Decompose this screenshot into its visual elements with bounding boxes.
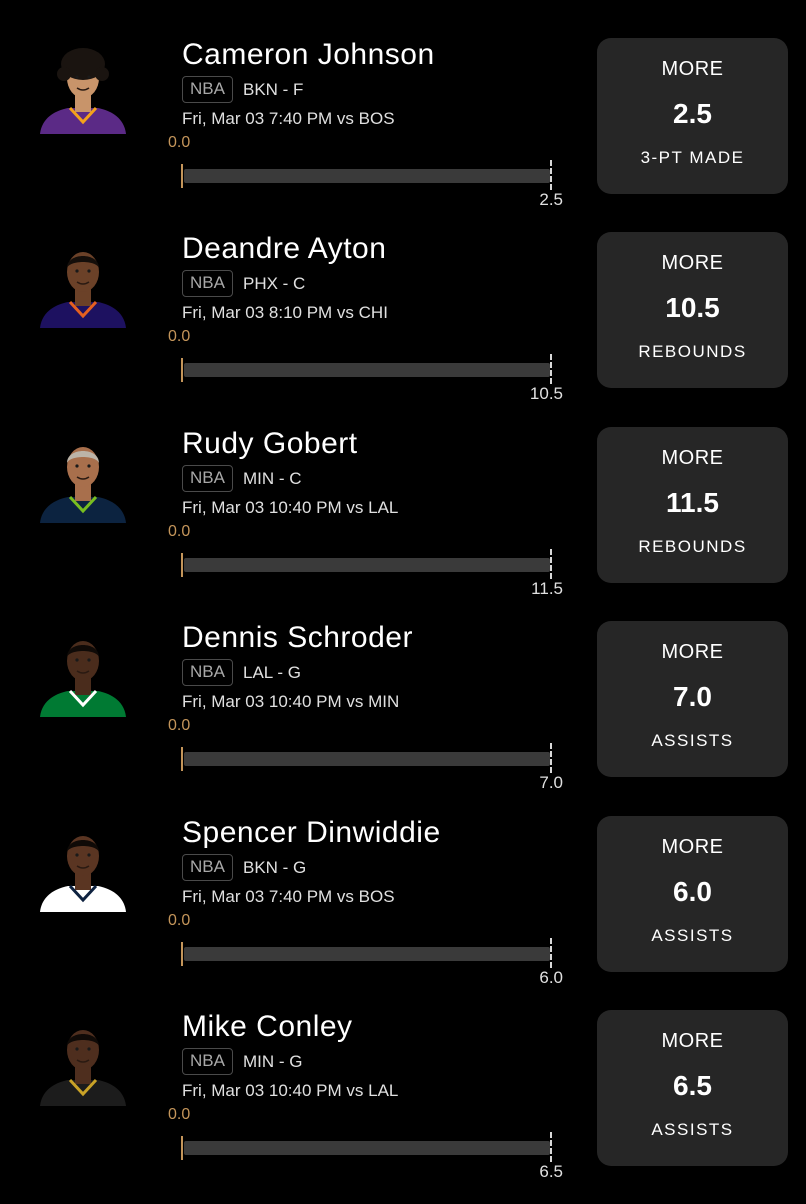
team-position: BKN - G: [243, 858, 307, 877]
player-headshot-icon: [40, 1030, 126, 1106]
player-headshot-icon: [40, 641, 126, 717]
player-name: Rudy Gobert: [182, 427, 358, 460]
line-marker: [550, 160, 552, 190]
line-marker: [550, 743, 552, 773]
progress-track: [184, 558, 550, 572]
league-badge: NBA: [182, 659, 233, 686]
pick-stat-type: REBOUNDS: [638, 537, 747, 556]
player-avatar: [38, 627, 128, 717]
pick-stat-type: REBOUNDS: [638, 342, 747, 361]
player-avatar: [38, 822, 128, 912]
pick-line-value: 10.5: [665, 292, 720, 323]
current-marker: [181, 553, 183, 577]
line-value: 7.0: [539, 773, 563, 792]
player-name: Dennis Schroder: [182, 621, 413, 654]
current-marker: [181, 164, 183, 188]
pick-line-value: 6.5: [673, 1070, 712, 1101]
progress-track: [184, 947, 550, 961]
line-marker: [550, 938, 552, 968]
player-name: Mike Conley: [182, 1010, 353, 1043]
pick-stat-type: ASSISTS: [651, 926, 734, 945]
player-headshot-icon: [40, 252, 126, 328]
line-value: 2.5: [539, 190, 563, 209]
player-avatar: [38, 433, 128, 523]
game-time: Fri, Mar 03 7:40 PM vs BOS: [182, 109, 395, 128]
player-prop-row: Rudy Gobert NBA MIN - C Fri, Mar 03 10:4…: [0, 427, 806, 621]
player-headshot-icon: [40, 48, 126, 134]
team-position: MIN - C: [243, 469, 302, 488]
current-marker: [181, 942, 183, 966]
current-value: 0.0: [168, 1106, 191, 1123]
player-prop-list: Cameron Johnson NBA BKN - F Fri, Mar 03 …: [0, 0, 806, 1200]
pick-line-value: 7.0: [673, 681, 712, 712]
pick-direction: MORE: [661, 58, 724, 80]
player-prop-row: Cameron Johnson NBA BKN - F Fri, Mar 03 …: [0, 38, 806, 232]
line-value: 6.0: [539, 968, 563, 987]
game-time: Fri, Mar 03 7:40 PM vs BOS: [182, 887, 395, 906]
pick-direction: MORE: [661, 447, 724, 469]
player-avatar: [38, 238, 128, 328]
pick-direction: MORE: [661, 1030, 724, 1052]
line-value: 11.5: [531, 579, 563, 598]
team-position: BKN - F: [243, 80, 304, 99]
pick-line-value: 6.0: [673, 876, 712, 907]
current-value: 0.0: [168, 717, 191, 734]
player-avatar: [38, 44, 128, 134]
pick-more-button[interactable]: MORE 6.0 ASSISTS: [597, 816, 788, 972]
pick-more-button[interactable]: MORE 7.0 ASSISTS: [597, 621, 788, 777]
current-value: 0.0: [168, 523, 191, 540]
current-value: 0.0: [168, 134, 191, 151]
line-marker: [550, 354, 552, 384]
game-time: Fri, Mar 03 10:40 PM vs LAL: [182, 498, 399, 517]
team-position: MIN - G: [243, 1052, 303, 1071]
league-badge: NBA: [182, 270, 233, 297]
player-avatar: [38, 1016, 128, 1106]
line-value: 10.5: [529, 384, 563, 403]
player-prop-row: Mike Conley NBA MIN - G Fri, Mar 03 10:4…: [0, 1010, 806, 1204]
current-value: 0.0: [168, 328, 191, 345]
player-headshot-icon: [40, 447, 126, 523]
team-position: PHX - C: [243, 274, 306, 293]
pick-stat-type: ASSISTS: [651, 1120, 734, 1139]
line-marker: [550, 1132, 552, 1162]
player-prop-row: Dennis Schroder NBA LAL - G Fri, Mar 03 …: [0, 621, 806, 815]
pick-stat-type: ASSISTS: [651, 731, 734, 750]
league-badge: NBA: [182, 1048, 233, 1075]
pick-line-value: 2.5: [673, 98, 712, 129]
pick-more-button[interactable]: MORE 2.5 3-PT MADE: [597, 38, 788, 194]
progress-track: [184, 169, 550, 183]
game-time: Fri, Mar 03 10:40 PM vs MIN: [182, 692, 400, 711]
progress-track: [184, 1141, 550, 1155]
pick-more-button[interactable]: MORE 6.5 ASSISTS: [597, 1010, 788, 1166]
progress-track: [184, 752, 550, 766]
game-time: Fri, Mar 03 8:10 PM vs CHI: [182, 303, 388, 322]
progress-track: [184, 363, 550, 377]
current-marker: [181, 358, 183, 382]
player-headshot-icon: [40, 836, 126, 912]
league-badge: NBA: [182, 854, 233, 881]
pick-direction: MORE: [661, 252, 724, 274]
current-marker: [181, 1136, 183, 1160]
current-value: 0.0: [168, 912, 191, 929]
pick-more-button[interactable]: MORE 11.5 REBOUNDS: [597, 427, 788, 583]
league-badge: NBA: [182, 76, 233, 103]
pick-stat-type: 3-PT MADE: [640, 148, 745, 167]
league-badge: NBA: [182, 465, 233, 492]
team-position: LAL - G: [243, 663, 301, 682]
current-marker: [181, 747, 183, 771]
line-value: 6.5: [539, 1162, 563, 1181]
player-name: Spencer Dinwiddie: [182, 816, 441, 849]
pick-direction: MORE: [661, 641, 724, 663]
player-prop-row: Spencer Dinwiddie NBA BKN - G Fri, Mar 0…: [0, 816, 806, 1010]
pick-more-button[interactable]: MORE 10.5 REBOUNDS: [597, 232, 788, 388]
player-name: Cameron Johnson: [182, 38, 435, 71]
player-prop-row: Deandre Ayton NBA PHX - C Fri, Mar 03 8:…: [0, 232, 806, 426]
game-time: Fri, Mar 03 10:40 PM vs LAL: [182, 1081, 399, 1100]
player-name: Deandre Ayton: [182, 232, 387, 265]
line-marker: [550, 549, 552, 579]
pick-line-value: 11.5: [666, 487, 719, 518]
pick-direction: MORE: [661, 836, 724, 858]
